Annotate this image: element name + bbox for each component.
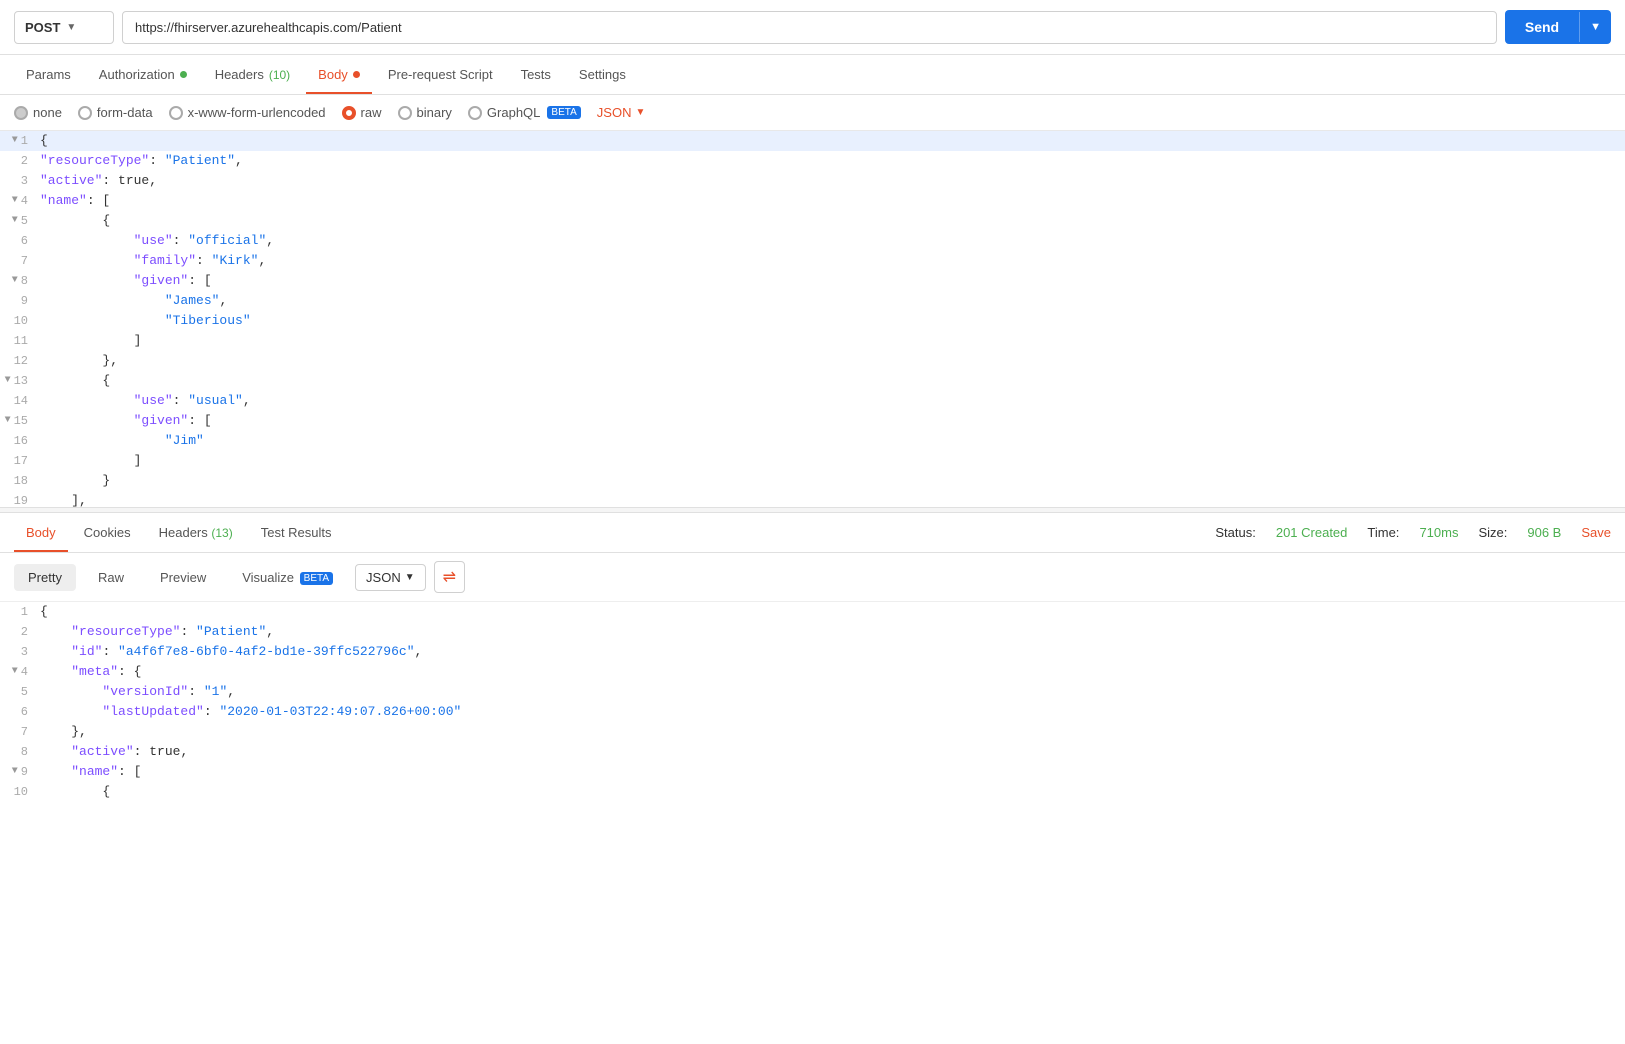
code-line: 2 "resourceType": "Patient", (0, 622, 1625, 642)
status-value: 201 Created (1276, 525, 1348, 540)
view-raw-button[interactable]: Raw (84, 564, 138, 591)
option-binary[interactable]: binary (398, 105, 452, 120)
method-chevron-icon: ▼ (66, 22, 76, 33)
graphql-beta-badge: BETA (547, 106, 580, 119)
tab-tests[interactable]: Tests (509, 55, 563, 94)
url-bar: POST ▼ Send ▼ (0, 0, 1625, 55)
resp-tab-body[interactable]: Body (14, 513, 68, 552)
tab-authorization[interactable]: Authorization (87, 55, 199, 94)
response-header: Body Cookies Headers (13) Test Results S… (0, 513, 1625, 553)
tab-settings[interactable]: Settings (567, 55, 638, 94)
code-line: 10 { (0, 782, 1625, 802)
radio-binary (398, 106, 412, 120)
response-status-bar: Status: 201 Created Time: 710ms Size: 90… (1215, 525, 1611, 540)
option-none[interactable]: none (14, 105, 62, 120)
wrap-icon: ⇌ (443, 567, 456, 587)
time-value: 710ms (1419, 525, 1458, 540)
status-label: Status: (1215, 525, 1255, 540)
send-dropdown-icon[interactable]: ▼ (1579, 12, 1611, 42)
code-line: 9 "James", (0, 291, 1625, 311)
url-input[interactable] (122, 11, 1497, 44)
code-line: 17 ] (0, 451, 1625, 471)
send-label: Send (1505, 10, 1579, 44)
code-line: 5 "versionId": "1", (0, 682, 1625, 702)
code-line: ▼ 15 "given": [ (0, 411, 1625, 431)
view-pretty-button[interactable]: Pretty (14, 564, 76, 591)
code-line: 3 "active": true, (0, 171, 1625, 191)
option-graphql[interactable]: GraphQL BETA (468, 105, 581, 120)
code-line: ▼ 4 "name": [ (0, 191, 1625, 211)
response-toolbar: Pretty Raw Preview Visualize BETA JSON ▼… (0, 553, 1625, 602)
code-line: ▼ 13 { (0, 371, 1625, 391)
tab-body[interactable]: Body (306, 55, 372, 94)
wrap-button[interactable]: ⇌ (434, 561, 465, 593)
tab-params[interactable]: Params (14, 55, 83, 94)
code-line: 7 "family": "Kirk", (0, 251, 1625, 271)
radio-graphql (468, 106, 482, 120)
code-line: 2 "resourceType": "Patient", (0, 151, 1625, 171)
code-line: 18 } (0, 471, 1625, 491)
time-label: Time: (1367, 525, 1399, 540)
code-line: 14 "use": "usual", (0, 391, 1625, 411)
format-chevron-icon: ▼ (635, 107, 645, 118)
body-options-bar: none form-data x-www-form-urlencoded raw… (0, 95, 1625, 131)
request-editor[interactable]: ▼ 1 { 2 "resourceType": "Patient", 3 "ac… (0, 131, 1625, 507)
radio-none (14, 106, 28, 120)
view-visualize-button[interactable]: Visualize BETA (228, 564, 347, 591)
code-line: ▼ 4 "meta": { (0, 662, 1625, 682)
size-label: Size: (1478, 525, 1507, 540)
code-line: ▼ 9 "name": [ (0, 762, 1625, 782)
tab-headers[interactable]: Headers (10) (203, 55, 302, 94)
resp-tab-cookies[interactable]: Cookies (72, 513, 143, 552)
response-editor: 1 { 2 "resourceType": "Patient", 3 "id":… (0, 602, 1625, 842)
code-line: ▼ 5 { (0, 211, 1625, 231)
code-line: ▼ 8 "given": [ (0, 271, 1625, 291)
option-urlencoded[interactable]: x-www-form-urlencoded (169, 105, 326, 120)
code-line: 6 "lastUpdated": "2020-01-03T22:49:07.82… (0, 702, 1625, 722)
code-line: 1 { (0, 602, 1625, 622)
format-dropdown[interactable]: JSON ▼ (597, 105, 646, 120)
resp-headers-count: (13) (211, 526, 232, 540)
response-tabs: Body Cookies Headers (13) Test Results (14, 513, 344, 552)
code-line: 6 "use": "official", (0, 231, 1625, 251)
authorization-dot (180, 71, 187, 78)
tab-pre-request[interactable]: Pre-request Script (376, 55, 505, 94)
option-raw[interactable]: raw (342, 105, 382, 120)
option-form-data[interactable]: form-data (78, 105, 153, 120)
method-select[interactable]: POST ▼ (14, 11, 114, 44)
request-tabs: Params Authorization Headers (10) Body P… (0, 55, 1625, 95)
code-line: 12 }, (0, 351, 1625, 371)
radio-raw (342, 106, 356, 120)
code-line: 19 ], (0, 491, 1625, 507)
save-button[interactable]: Save (1581, 525, 1611, 540)
code-line: ▼ 1 { (0, 131, 1625, 151)
radio-urlencoded (169, 106, 183, 120)
resp-tab-headers[interactable]: Headers (13) (147, 513, 245, 552)
radio-form-data (78, 106, 92, 120)
code-line: 10 "Tiberious" (0, 311, 1625, 331)
visualize-beta-badge: BETA (300, 572, 333, 585)
format-dropdown-chevron-icon: ▼ (405, 572, 415, 583)
response-format-dropdown[interactable]: JSON ▼ (355, 564, 426, 591)
code-line: 3 "id": "a4f6f7e8-6bf0-4af2-bd1e-39ffc52… (0, 642, 1625, 662)
code-line: 11 ] (0, 331, 1625, 351)
method-value: POST (25, 20, 60, 35)
code-line: 7 }, (0, 722, 1625, 742)
send-button[interactable]: Send ▼ (1505, 10, 1611, 44)
code-line: 16 "Jim" (0, 431, 1625, 451)
view-preview-button[interactable]: Preview (146, 564, 220, 591)
code-line: 8 "active": true, (0, 742, 1625, 762)
size-value: 906 B (1527, 525, 1561, 540)
headers-count-badge: (10) (269, 68, 290, 82)
resp-tab-test-results[interactable]: Test Results (249, 513, 344, 552)
body-dot (353, 71, 360, 78)
